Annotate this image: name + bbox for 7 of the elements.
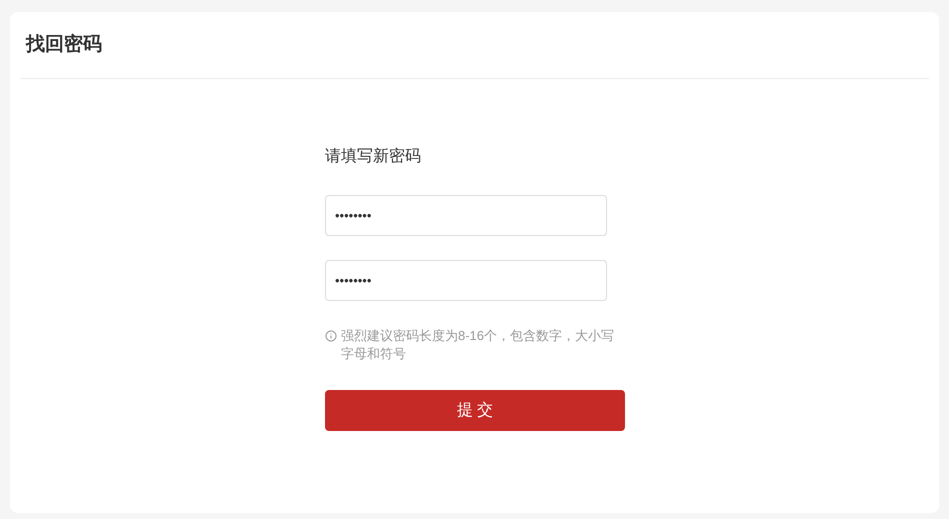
password-field[interactable]: •••••••• [325,260,607,301]
password-hint: 强烈建议密码长度为8-16个，包含数字，大小写字母和符号 [341,327,616,363]
submit-button[interactable]: 提 交 [325,390,625,431]
password-field[interactable]: •••••••• [325,195,607,236]
page-title: 找回密码 [26,32,102,57]
info-icon [325,330,337,342]
form-heading: 请填写新密码 [325,146,421,167]
